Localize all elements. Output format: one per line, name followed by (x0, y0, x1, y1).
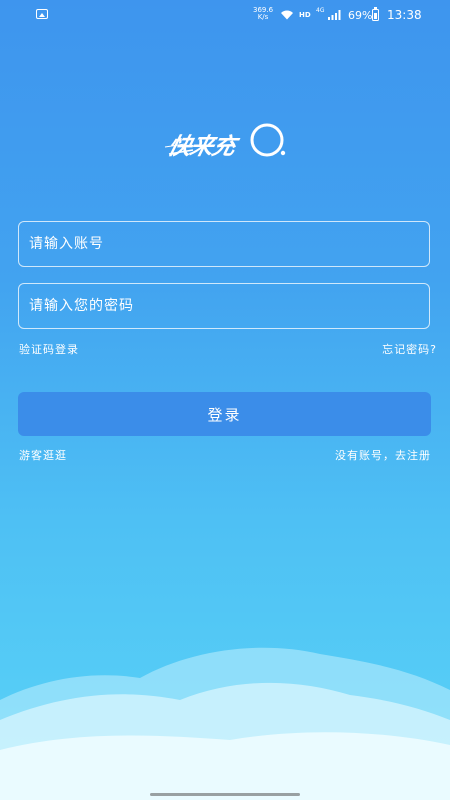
logo-text: 快来充 (165, 134, 238, 160)
login-button[interactable]: 登录 (18, 392, 431, 436)
app-logo: 快来充 (163, 120, 293, 162)
password-input[interactable] (19, 284, 429, 328)
battery-percentage: 69% (348, 9, 373, 22)
network-speed: 369.6 K/s (253, 7, 273, 21)
account-input[interactable] (19, 222, 429, 266)
hd-indicator: HD (299, 11, 311, 19)
clouds-decoration (0, 647, 450, 800)
gallery-notification-icon (36, 9, 48, 19)
signal-icon (328, 10, 341, 20)
sms-code-login-link[interactable]: 验证码登录 (19, 341, 79, 357)
guest-browse-link[interactable]: 游客逛逛 (19, 447, 67, 463)
account-field[interactable] (18, 221, 430, 267)
forgot-password-link[interactable]: 忘记密码? (382, 341, 437, 357)
clock: 13:38 (387, 8, 422, 22)
status-bar: 369.6 K/s HD 4G 69% 13:38 (0, 0, 450, 30)
battery-icon (372, 7, 379, 21)
home-indicator[interactable] (150, 793, 300, 796)
network-type: 4G (316, 7, 325, 14)
register-link[interactable]: 没有账号，去注册 (335, 447, 431, 463)
password-field[interactable] (18, 283, 430, 329)
network-speed-unit: K/s (257, 13, 269, 21)
wifi-icon (281, 10, 293, 20)
